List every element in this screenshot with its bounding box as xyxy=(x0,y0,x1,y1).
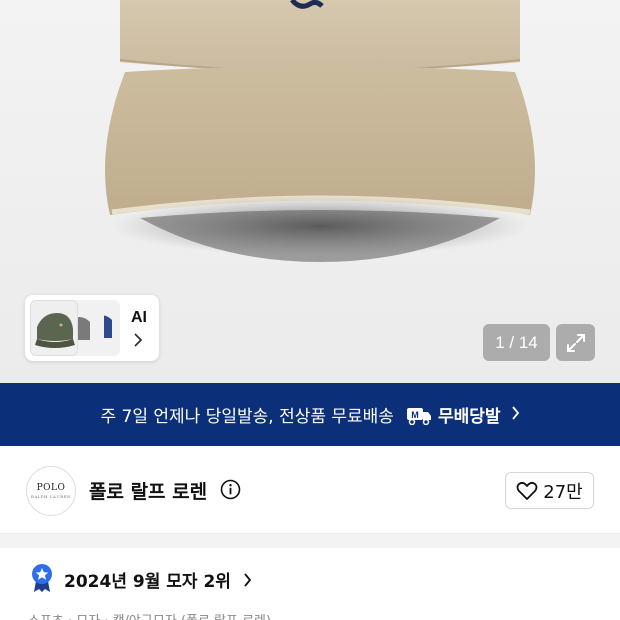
ranking-text: 2024년 9월 모자 2위 xyxy=(64,567,252,592)
heart-icon xyxy=(516,481,538,500)
ai-thumbnail-label[interactable]: AI xyxy=(131,309,147,327)
brand-row: POLO RALPH LAUREN 폴로 랄프 로렌 27만 xyxy=(0,446,620,534)
thumbnail-olive[interactable] xyxy=(30,300,78,356)
section-divider xyxy=(0,534,620,548)
chevron-right-icon[interactable] xyxy=(133,333,143,351)
thumbnail-stack xyxy=(30,300,122,356)
image-counter: 1 / 14 xyxy=(483,324,550,361)
like-count: 27만 xyxy=(543,481,583,503)
chevron-right-icon xyxy=(511,405,520,424)
banner-text: 주 7일 언제나 당일발송, 전상품 무료배송 xyxy=(100,407,394,427)
brand-logo[interactable]: POLO RALPH LAUREN xyxy=(26,466,76,516)
service-name: 무배당발 xyxy=(437,407,501,427)
product-image-gallery[interactable]: AI 1 / 14 xyxy=(0,0,620,383)
svg-text:M: M xyxy=(411,410,419,420)
delivery-truck-icon: M xyxy=(406,405,432,425)
brand-logo-subtext: RALPH LAUREN xyxy=(30,494,72,499)
ranking-label: 2024년 9월 모자 2위 xyxy=(64,572,231,592)
brand-logo-text: POLO xyxy=(36,483,66,493)
chevron-right-icon xyxy=(243,572,252,592)
info-icon[interactable] xyxy=(220,479,241,504)
shipping-banner[interactable]: 주 7일 언제나 당일발송, 전상품 무료배송 M 무배당발 xyxy=(0,383,620,446)
breadcrumb[interactable]: 스포츠 · 모자 · 캡/야구모자 (폴로 랄프 로렌) xyxy=(28,610,271,620)
brand-name[interactable]: 폴로 랄프 로렌 xyxy=(89,477,207,504)
thumbnail-strip[interactable]: AI xyxy=(25,295,159,361)
expand-icon xyxy=(566,333,585,352)
ranking-badge-icon xyxy=(30,563,54,597)
expand-button[interactable] xyxy=(556,324,595,361)
like-button[interactable]: 27만 xyxy=(505,472,594,509)
ranking-row[interactable]: 2024년 9월 모자 2위 xyxy=(0,548,620,608)
